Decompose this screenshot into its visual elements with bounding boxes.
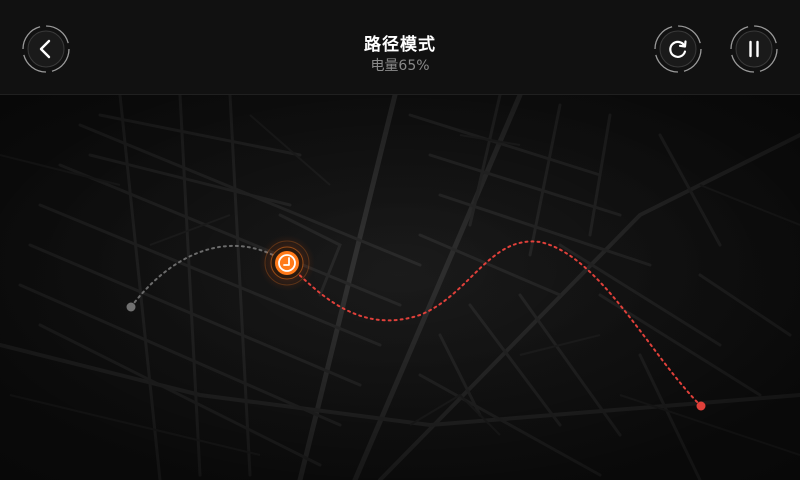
start-point	[126, 302, 136, 312]
current-position-marker[interactable]	[259, 235, 315, 291]
pause-icon	[730, 25, 778, 73]
street-map	[0, 92, 800, 480]
route-mode-screen: 路径模式 电量65%	[0, 0, 800, 480]
destination-point[interactable]	[696, 401, 706, 411]
map-canvas[interactable]	[0, 92, 800, 480]
top-bar: 路径模式 电量65%	[0, 0, 800, 95]
refresh-icon	[654, 25, 702, 73]
reset-button[interactable]	[653, 24, 703, 74]
pause-button[interactable]	[729, 24, 779, 74]
